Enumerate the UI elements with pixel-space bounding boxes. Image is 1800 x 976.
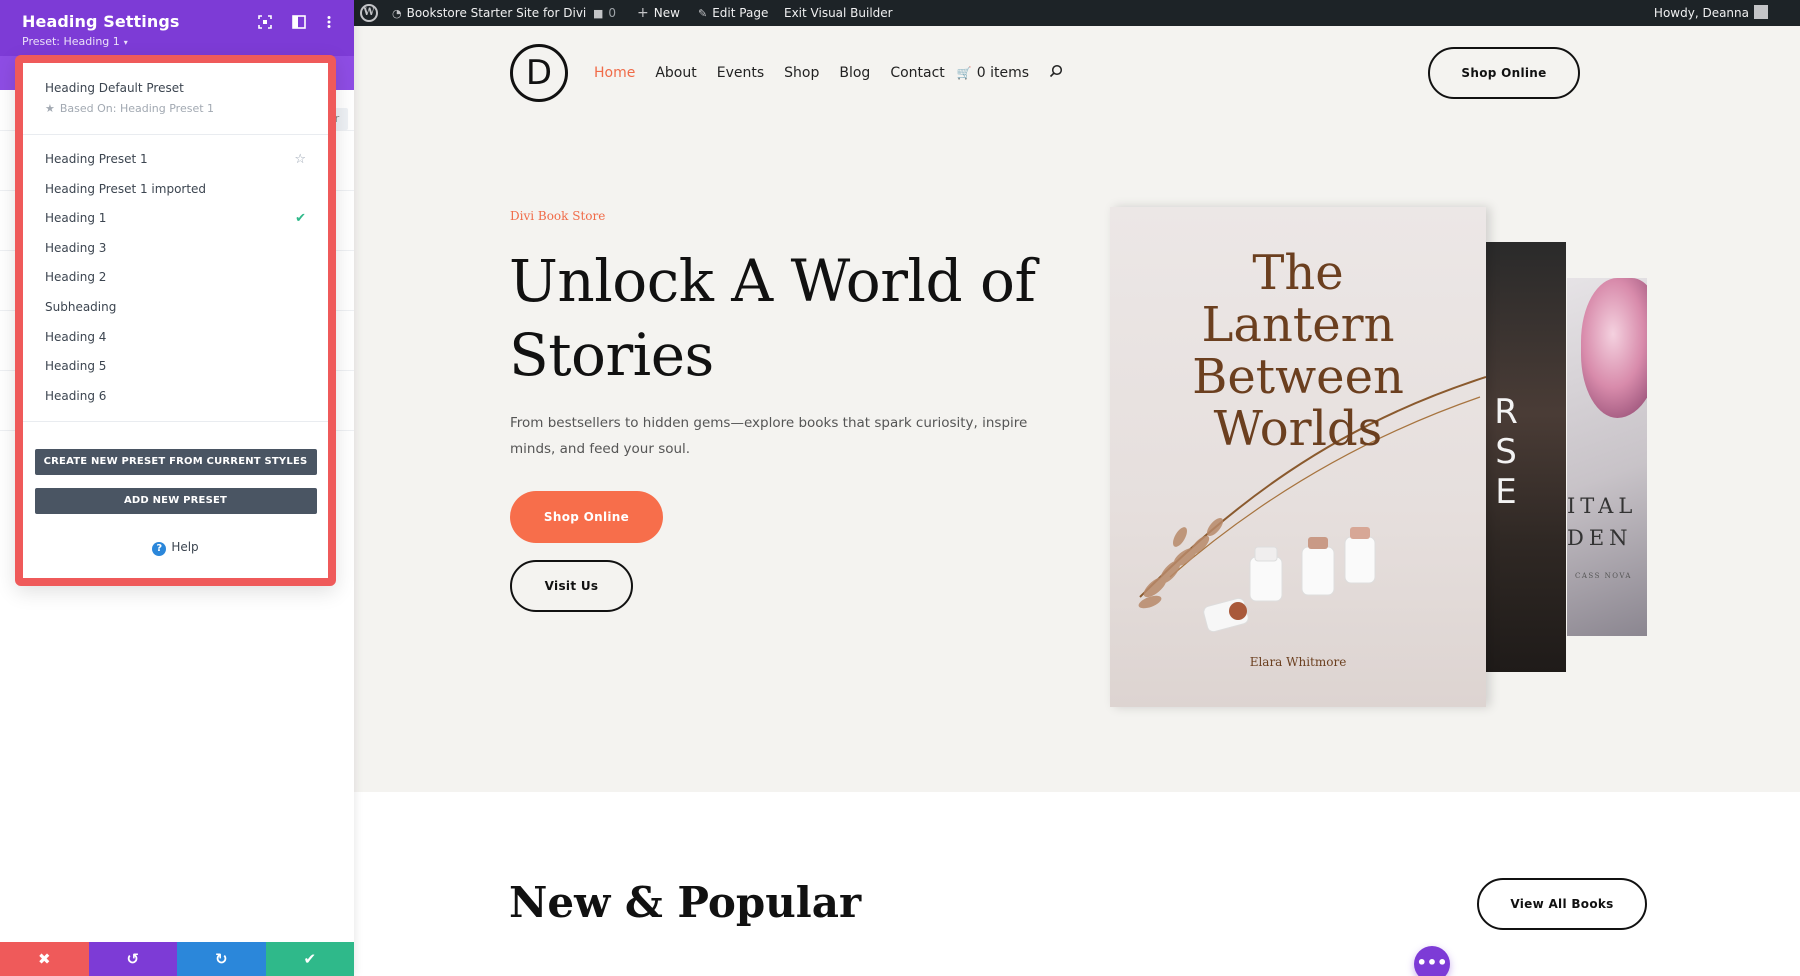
builder-settings-fab[interactable]: ••• <box>1414 946 1450 976</box>
preset-item[interactable]: Heading 6 <box>23 382 328 412</box>
preset-item-label: Heading 6 <box>45 389 106 403</box>
book-middle-title: R S E <box>1486 392 1526 512</box>
default-preset[interactable]: Heading Default Preset ★ Based On: Headin… <box>23 63 328 135</box>
preset-list: Heading Preset 1 ☆ Heading Preset 1 impor… <box>23 135 328 411</box>
preset-item[interactable]: Heading 3 <box>23 234 328 264</box>
preset-item-label: Heading 3 <box>45 241 106 255</box>
preset-item[interactable]: Heading Preset 1 imported <box>23 175 328 205</box>
default-preset-name: Heading Default Preset <box>45 81 308 95</box>
site-name-link[interactable]: ◔ Bookstore Starter Site for Divi <box>392 0 586 26</box>
book-front-author: Elara Whitmore <box>1110 655 1486 669</box>
save-button[interactable]: ✔ <box>266 942 355 976</box>
sidebar-layout-icon[interactable] <box>290 15 308 33</box>
preset-item-label: Subheading <box>45 300 116 314</box>
chevron-down-icon: ▾ <box>124 38 128 47</box>
preset-selector-label: Preset: Heading 1 <box>22 35 120 48</box>
preset-item-label: Heading 4 <box>45 330 106 344</box>
create-preset-button[interactable]: CREATE NEW PRESET FROM CURRENT STYLES <box>35 449 317 475</box>
wordpress-logo-icon[interactable]: W <box>360 4 378 22</box>
exit-builder-link[interactable]: Exit Visual Builder <box>784 0 893 26</box>
comments-link[interactable]: ■0 <box>593 0 616 26</box>
book-cover-middle: R S E <box>1484 242 1566 672</box>
cart-link[interactable]: 🛒 0 items <box>957 65 1029 81</box>
preset-item[interactable]: Subheading <box>23 293 328 323</box>
nav-item-home[interactable]: Home <box>594 65 635 81</box>
panel-title: Heading Settings <box>22 12 332 31</box>
preset-item-label: Heading 1 <box>45 211 106 225</box>
new-label: New <box>654 6 680 20</box>
book-cover-front: The Lantern Between Worlds Elara Whitmor… <box>1110 207 1486 707</box>
admin-bar: W ◔Bookstore Starter Site for Divi ■0 +N… <box>354 0 1800 26</box>
preset-dropdown: Heading Default Preset ★ Based On: Headin… <box>15 55 336 586</box>
cart-count: 0 items <box>977 65 1029 81</box>
hero-title[interactable]: Unlock A World of Stories <box>509 244 1069 392</box>
checkmark-icon: ✔ <box>295 204 306 234</box>
visit-us-button[interactable]: Visit Us <box>510 560 633 612</box>
hero-eyebrow: Divi Book Store <box>510 209 605 223</box>
avatar <box>1754 5 1768 19</box>
cart-icon: 🛒 <box>957 66 972 80</box>
preset-item-active[interactable]: Heading 1 ✔ <box>23 204 328 234</box>
preset-item[interactable]: Heading 2 <box>23 263 328 293</box>
site-name: Bookstore Starter Site for Divi <box>407 6 587 20</box>
pencil-icon: ✎ <box>698 7 707 20</box>
divider <box>23 421 328 422</box>
help-icon: ? <box>152 542 166 556</box>
undo-button[interactable]: ↺ <box>89 942 178 976</box>
book-cover-back: ITAL DEN CASS NOVA <box>1567 278 1647 636</box>
preset-selector[interactable]: Preset: Heading 1 ▾ <box>22 35 332 48</box>
add-preset-button[interactable]: ADD NEW PRESET <box>35 488 317 514</box>
search-icon[interactable] <box>1049 64 1063 82</box>
redo-button[interactable]: ↻ <box>177 942 266 976</box>
nav-item-events[interactable]: Events <box>717 65 764 81</box>
nav-item-contact[interactable]: Contact <box>890 65 944 81</box>
help-label: Help <box>171 540 198 554</box>
preset-item[interactable]: Heading Preset 1 ☆ <box>23 145 328 175</box>
edit-page-link[interactable]: ✎ Edit Page <box>698 0 768 26</box>
nav-item-about[interactable]: About <box>655 65 696 81</box>
comment-icon: ■ <box>593 7 603 20</box>
action-bar: ✖ ↺ ↻ ✔ <box>0 942 354 976</box>
panel-header: Heading Settings Preset: Heading 1 ▾ <box>0 0 354 56</box>
main-nav: Home About Events Shop Blog Contact 🛒 0 i… <box>594 64 1063 82</box>
section-title[interactable]: New & Popular <box>509 878 861 927</box>
site-header: D Home About Events Shop Blog Contact 🛒 0… <box>354 26 1800 122</box>
star-icon: ★ <box>45 102 55 115</box>
help-link[interactable]: ? Help <box>23 540 328 556</box>
nav-item-blog[interactable]: Blog <box>839 65 870 81</box>
book-back-title: ITAL DEN <box>1567 490 1647 554</box>
plus-icon: + <box>637 5 649 21</box>
header-shop-online-button[interactable]: Shop Online <box>1428 47 1580 99</box>
howdy-label: Howdy, Deanna <box>1654 6 1749 20</box>
star-icon[interactable]: ☆ <box>294 145 306 175</box>
preset-item-label: Heading Preset 1 imported <box>45 182 206 196</box>
nav-item-shop[interactable]: Shop <box>784 65 819 81</box>
dashboard-icon: ◔ <box>392 7 402 20</box>
new-link[interactable]: + New <box>637 0 680 26</box>
comments-count: 0 <box>608 6 616 20</box>
preset-item-label: Heading 2 <box>45 270 106 284</box>
website-canvas: D Home About Events Shop Blog Contact 🛒 0… <box>354 26 1800 976</box>
account-menu[interactable]: Howdy, Deanna <box>1654 0 1768 26</box>
preset-item[interactable]: Heading 5 <box>23 352 328 382</box>
based-on-text: Based On: Heading Preset 1 <box>60 102 214 115</box>
expand-icon[interactable] <box>256 15 274 33</box>
hero-shop-online-button[interactable]: Shop Online <box>510 491 663 543</box>
edit-page-label: Edit Page <box>712 6 768 20</box>
book-front-title: The Lantern Between Worlds <box>1110 247 1486 455</box>
preset-item-label: Heading Preset 1 <box>45 152 148 166</box>
discard-button[interactable]: ✖ <box>0 942 89 976</box>
flower-illustration <box>1581 278 1647 418</box>
view-all-books-button[interactable]: View All Books <box>1477 878 1647 930</box>
hero-description: From bestsellers to hidden gems—explore … <box>510 410 1070 462</box>
book-back-author: CASS NOVA <box>1575 572 1632 580</box>
more-options-icon[interactable] <box>320 15 338 33</box>
site-logo[interactable]: D <box>510 44 568 102</box>
based-on-label: ★ Based On: Heading Preset 1 <box>45 102 308 115</box>
settings-panel: Heading Settings Preset: Heading 1▾ r He… <box>0 0 354 976</box>
preset-item-label: Heading 5 <box>45 359 106 373</box>
preset-item[interactable]: Heading 4 <box>23 323 328 353</box>
